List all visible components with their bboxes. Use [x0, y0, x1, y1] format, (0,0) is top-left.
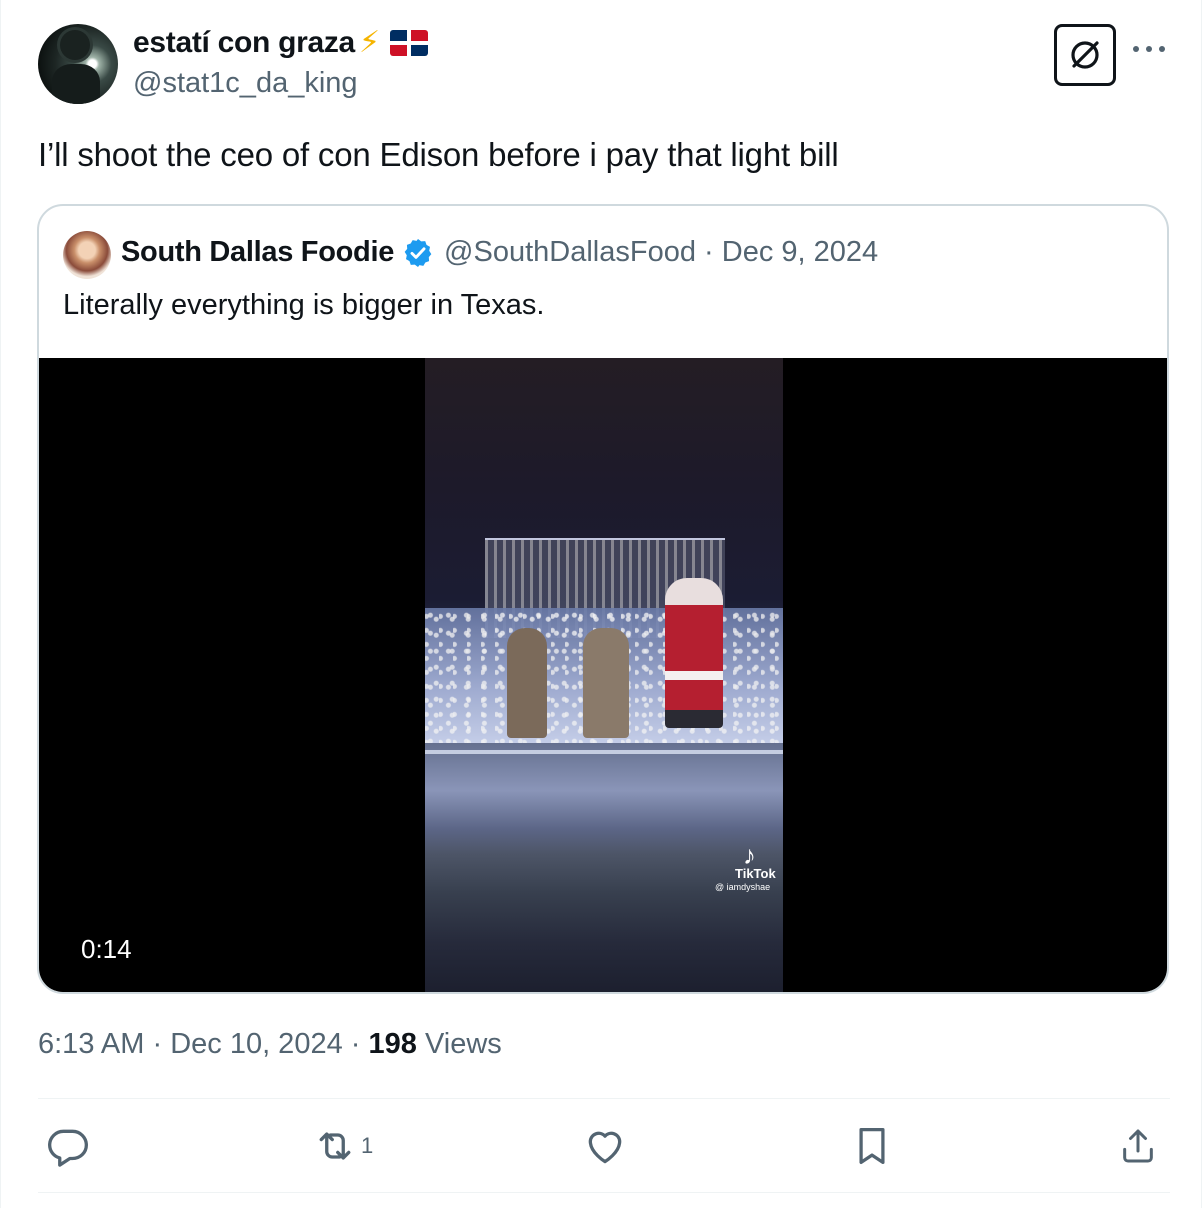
reply-icon [48, 1129, 88, 1167]
quoted-tweet-date[interactable]: Dec 9, 2024 [722, 236, 878, 269]
tiktok-watermark: TikTok [735, 866, 776, 881]
dominican-flag-icon [389, 30, 428, 56]
retweet-icon [319, 1132, 351, 1160]
divider [38, 1192, 1170, 1193]
author-avatar[interactable] [38, 24, 118, 104]
santa-figure [665, 578, 723, 728]
views-label: Views [424, 1028, 502, 1060]
quoted-tweet-card[interactable]: South Dallas Foodie @SouthDallasFood · D… [37, 204, 1169, 994]
author-handle[interactable]: @stat1c_da_king [133, 67, 358, 100]
frame-border-left [0, 0, 1, 1208]
retweet-count: 1 [361, 1133, 374, 1158]
retweet-button[interactable]: 1 [313, 1124, 373, 1168]
bookmark-button[interactable] [852, 1124, 892, 1168]
bookmark-icon [859, 1128, 885, 1165]
grok-icon [1071, 41, 1099, 69]
author-name-text[interactable]: estatí con graza [133, 26, 355, 60]
meta-separator: · [152, 1028, 171, 1060]
tweet-text: I’ll shoot the ceo of con Edison before … [38, 136, 839, 173]
video-duration: 0:14 [81, 934, 132, 964]
quoted-author-avatar[interactable] [63, 231, 111, 279]
author-display-name[interactable]: estatí con graza ⚡ [133, 26, 428, 60]
views-count: 198 [368, 1028, 417, 1060]
curb-light [425, 750, 783, 754]
quoted-author-handle[interactable]: @SouthDallasFood [444, 236, 696, 269]
grok-button[interactable] [1054, 24, 1116, 86]
tweet-time[interactable]: 6:13 AM [38, 1028, 144, 1060]
tweet-metadata: 6:13 AM · Dec 10, 2024 · 198 Views [38, 1028, 502, 1061]
lightning-emoji: ⚡ [358, 26, 380, 59]
verified-badge-icon [402, 237, 434, 269]
more-button[interactable] [1128, 34, 1170, 64]
quoted-tweet-text: Literally everything is bigger in Texas. [63, 289, 545, 321]
tweet-date[interactable]: Dec 10, 2024 [170, 1028, 343, 1060]
more-icon [1133, 46, 1165, 52]
like-button[interactable] [583, 1124, 627, 1168]
reindeer-figure [583, 628, 629, 738]
quoted-separator: · [695, 236, 722, 268]
like-icon [588, 1131, 622, 1164]
share-icon [1123, 1129, 1153, 1163]
tiktok-username: @ iamdyshae [715, 882, 771, 892]
reply-button[interactable] [46, 1124, 90, 1168]
video-thumbnail: ♪ TikTok @ iamdyshae [425, 358, 783, 992]
quoted-tweet-header: South Dallas Foodie @SouthDallasFood · D… [121, 236, 878, 269]
share-button[interactable] [1118, 1124, 1158, 1168]
video-player[interactable]: ♪ TikTok @ iamdyshae 0:14 [39, 358, 1167, 992]
quoted-author-name[interactable]: South Dallas Foodie [121, 236, 394, 269]
divider [38, 1098, 1170, 1099]
meta-separator: · [350, 1028, 369, 1060]
reindeer-figure [507, 628, 547, 738]
